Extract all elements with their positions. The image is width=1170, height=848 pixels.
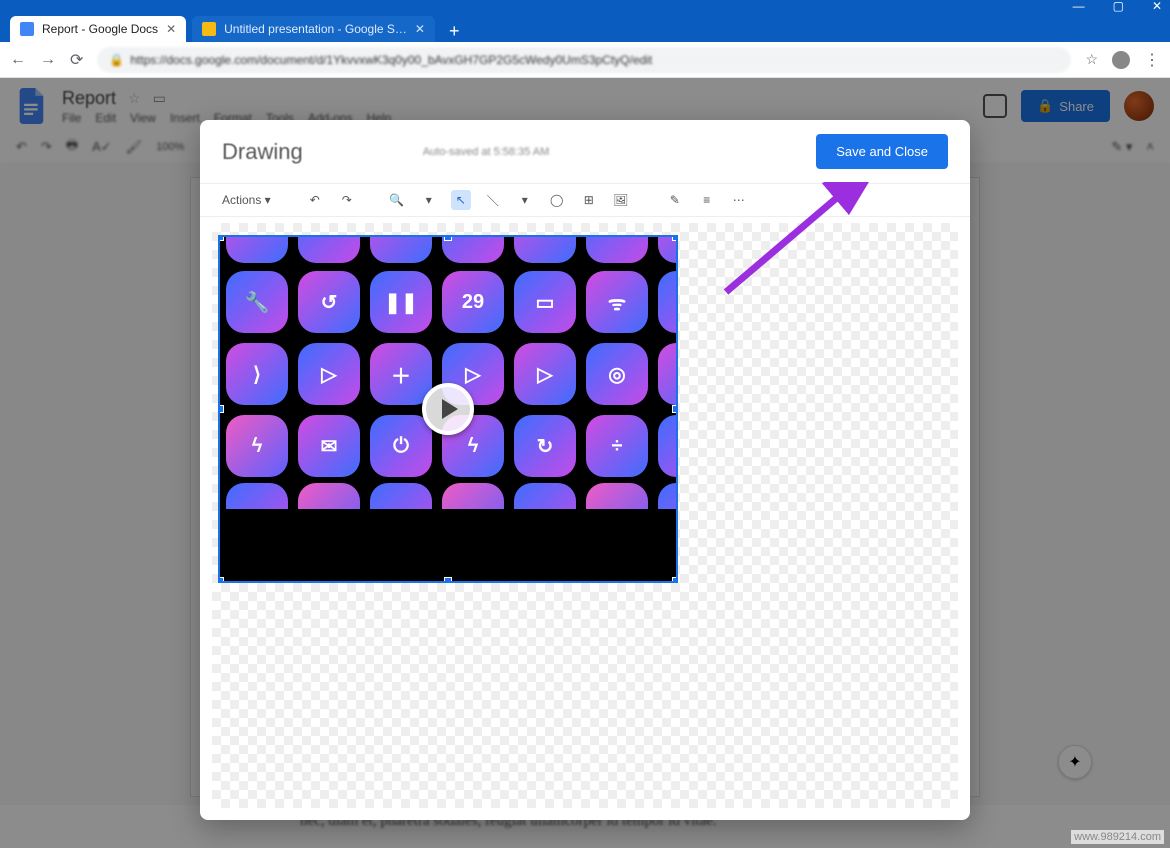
power-icon: ⏻ xyxy=(658,271,678,333)
battery-icon: ▭ xyxy=(514,271,576,333)
border-weight-icon[interactable]: ≡ xyxy=(697,190,717,210)
tab-presentation[interactable]: Untitled presentation - Google S… ✕ xyxy=(192,16,435,42)
play2-icon: ▷ xyxy=(514,343,576,405)
lock-icon: 🔒 xyxy=(109,53,124,67)
wifi-icon: ᯤ xyxy=(586,271,648,333)
grid-icon xyxy=(370,483,432,509)
image-tool-icon[interactable]: 🖼 xyxy=(611,190,631,210)
power2-icon: ⏻ xyxy=(370,415,432,477)
zoom-icon[interactable]: 🔍 xyxy=(387,190,407,210)
refresh-icon: ↻ xyxy=(514,415,576,477)
shape-tool-icon[interactable]: ◯ xyxy=(547,190,567,210)
browser-tabstrip: Report - Google Docs ✕ Untitled presenta… xyxy=(0,12,1170,42)
window-titlebar: — ▢ ✕ xyxy=(0,0,1170,12)
grid-icon xyxy=(298,235,360,263)
resize-handle[interactable] xyxy=(672,577,678,583)
border-dash-icon[interactable]: ⋯ xyxy=(729,190,749,210)
slides-favicon xyxy=(202,22,216,36)
bookmark-star[interactable]: ☆ xyxy=(1085,51,1098,68)
video-play-overlay-icon[interactable] xyxy=(422,383,474,435)
tab-report[interactable]: Report - Google Docs ✕ xyxy=(10,16,186,42)
tab-close[interactable]: ✕ xyxy=(415,22,425,36)
actions-dropdown[interactable]: Actions ▾ xyxy=(222,193,271,207)
rupee-icon: ₹ xyxy=(658,415,678,477)
extension-icon[interactable] xyxy=(1112,51,1130,69)
border-color-icon[interactable]: ✎ xyxy=(665,190,685,210)
tab-title: Untitled presentation - Google S… xyxy=(224,22,407,36)
tab-title: Report - Google Docs xyxy=(42,22,158,36)
save-and-close-button[interactable]: Save and Close xyxy=(816,134,948,169)
redo-icon[interactable]: ↷ xyxy=(337,190,357,210)
mail-icon: ✉ xyxy=(298,415,360,477)
drawing-dialog: Drawing Auto-saved at 5:58:35 AM Save an… xyxy=(200,120,970,820)
selected-image[interactable]: 🔧 ↺ ❚❚ 29 ▭ ᯤ ⏻ ⟩ ▷ ＋ ▷ ▷ ◎ ϟ ✉ ⏻ ϟ ↻ ÷ xyxy=(218,235,678,583)
grid-icon xyxy=(226,235,288,263)
grid-icon xyxy=(514,235,576,263)
chrome-menu[interactable]: ⋮ xyxy=(1144,50,1160,70)
docs-favicon xyxy=(20,22,34,36)
pause-icon: ❚❚ xyxy=(370,271,432,333)
line-tool-icon[interactable]: ＼ xyxy=(483,190,503,210)
bolt-icon: ϟ xyxy=(226,415,288,477)
location-icon: ◎ xyxy=(586,343,648,405)
resize-handle[interactable] xyxy=(444,577,452,583)
drawing-toolbar: Actions ▾ ↶ ↷ 🔍 ▾ ↖ ＼ ▾ ◯ ⊞ 🖼 ✎ ≡ ⋯ xyxy=(200,183,970,217)
number-icon: 29 xyxy=(442,271,504,333)
grid-icon xyxy=(442,483,504,509)
divide-icon: ÷ xyxy=(586,415,648,477)
bracket-icon: ⟩ xyxy=(226,343,288,405)
autosave-status: Auto-saved at 5:58:35 AM xyxy=(423,146,550,158)
reload-button[interactable]: ⟳ xyxy=(70,50,83,70)
undo-icon[interactable]: ↶ xyxy=(305,190,325,210)
grid-icon xyxy=(514,483,576,509)
tab-close[interactable]: ✕ xyxy=(166,22,176,36)
textbox-tool-icon[interactable]: ⊞ xyxy=(579,190,599,210)
watermark: www.989214.com xyxy=(1071,830,1164,844)
grid-icon xyxy=(370,235,432,263)
blank-icon xyxy=(658,343,678,405)
new-tab-button[interactable]: + xyxy=(441,21,468,42)
plus-icon: ＋ xyxy=(370,343,432,405)
resize-handle[interactable] xyxy=(218,577,224,583)
grid-icon xyxy=(658,483,676,509)
select-tool-icon[interactable]: ↖ xyxy=(451,190,471,210)
resize-handle[interactable] xyxy=(672,405,678,413)
play-icon: ▷ xyxy=(298,343,360,405)
forward-button[interactable]: → xyxy=(40,51,56,69)
dialog-title: Drawing xyxy=(222,139,303,165)
window-minimize[interactable]: — xyxy=(1073,0,1085,13)
url-text: https://docs.google.com/document/d/1Ykvv… xyxy=(130,53,652,67)
window-close[interactable]: ✕ xyxy=(1152,0,1162,13)
wrench-icon: 🔧 xyxy=(226,271,288,333)
grid-icon xyxy=(226,483,288,509)
drawing-canvas[interactable]: 🔧 ↺ ❚❚ 29 ▭ ᯤ ⏻ ⟩ ▷ ＋ ▷ ▷ ◎ ϟ ✉ ⏻ ϟ ↻ ÷ xyxy=(212,223,958,808)
line-dropdown-icon[interactable]: ▾ xyxy=(515,190,535,210)
phone-icon: ↺ xyxy=(298,271,360,333)
grid-icon xyxy=(298,483,360,509)
grid-icon xyxy=(586,235,648,263)
grid-icon xyxy=(586,483,648,509)
zoom-dropdown-icon[interactable]: ▾ xyxy=(419,190,439,210)
url-input[interactable]: 🔒 https://docs.google.com/document/d/1Yk… xyxy=(97,47,1071,73)
dialog-header: Drawing Auto-saved at 5:58:35 AM Save an… xyxy=(200,120,970,183)
window-maximize[interactable]: ▢ xyxy=(1113,0,1124,13)
browser-addressbar: ← → ⟳ 🔒 https://docs.google.com/document… xyxy=(0,42,1170,78)
back-button[interactable]: ← xyxy=(10,51,26,69)
resize-handle[interactable] xyxy=(218,405,224,413)
